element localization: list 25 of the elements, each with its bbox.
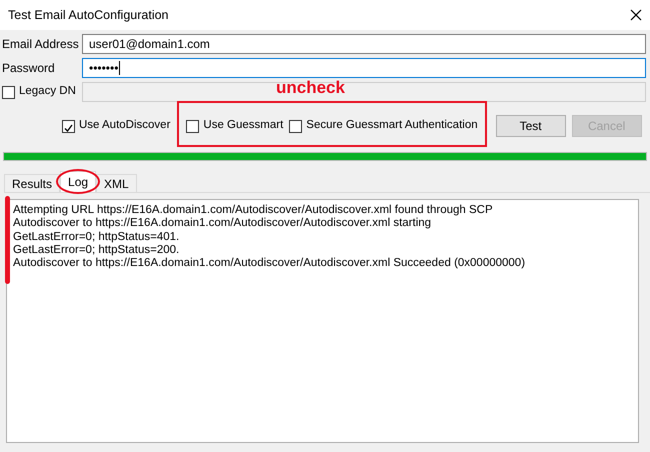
checkbox-label: Use Guessmart xyxy=(203,118,284,134)
checkbox-label: Use AutoDiscover xyxy=(79,118,170,134)
log-line: Autodiscover to https://E16A.domain1.com/Autodiscover/Autodiscover.xml starting xyxy=(13,217,432,231)
tab[interactable]: Results xyxy=(4,174,60,192)
highlight-ellipse xyxy=(56,169,100,194)
log-line: Autodiscover to https://E16A.domain1.com/Autodiscover/Autodiscover.xml Succeeded (0x00000000) xyxy=(13,257,526,270)
field-label: Password xyxy=(1,60,56,77)
checkbox[interactable] xyxy=(62,120,75,132)
annotation-text: uncheck xyxy=(276,78,345,98)
checkbox[interactable] xyxy=(289,120,302,132)
test-button[interactable]: Test xyxy=(496,115,566,137)
checkbox[interactable] xyxy=(2,86,15,98)
input-field[interactable]: ••••••• xyxy=(82,58,646,78)
checkbox-label: Legacy DN xyxy=(19,84,76,100)
tab[interactable]: Log xyxy=(60,171,96,192)
log-line: Attempting URL https://E16A.domain1.com/Autodiscover/Autodiscover.xml found through SCP xyxy=(13,204,494,218)
field-label: Email Address xyxy=(1,36,80,53)
close-icon[interactable] xyxy=(630,9,642,21)
input-field[interactable]: user01@domain1.com xyxy=(82,34,646,54)
checkbox[interactable] xyxy=(186,120,200,132)
checkbox-label: Secure Guessmart Authentication xyxy=(306,118,478,134)
tab[interactable]: XML xyxy=(96,174,137,192)
log-line: GetLastError=0; httpStatus=401. xyxy=(13,230,180,244)
window-title: Test Email AutoConfiguration xyxy=(8,6,169,24)
log-line: GetLastError=0; httpStatus=200. xyxy=(13,244,180,258)
